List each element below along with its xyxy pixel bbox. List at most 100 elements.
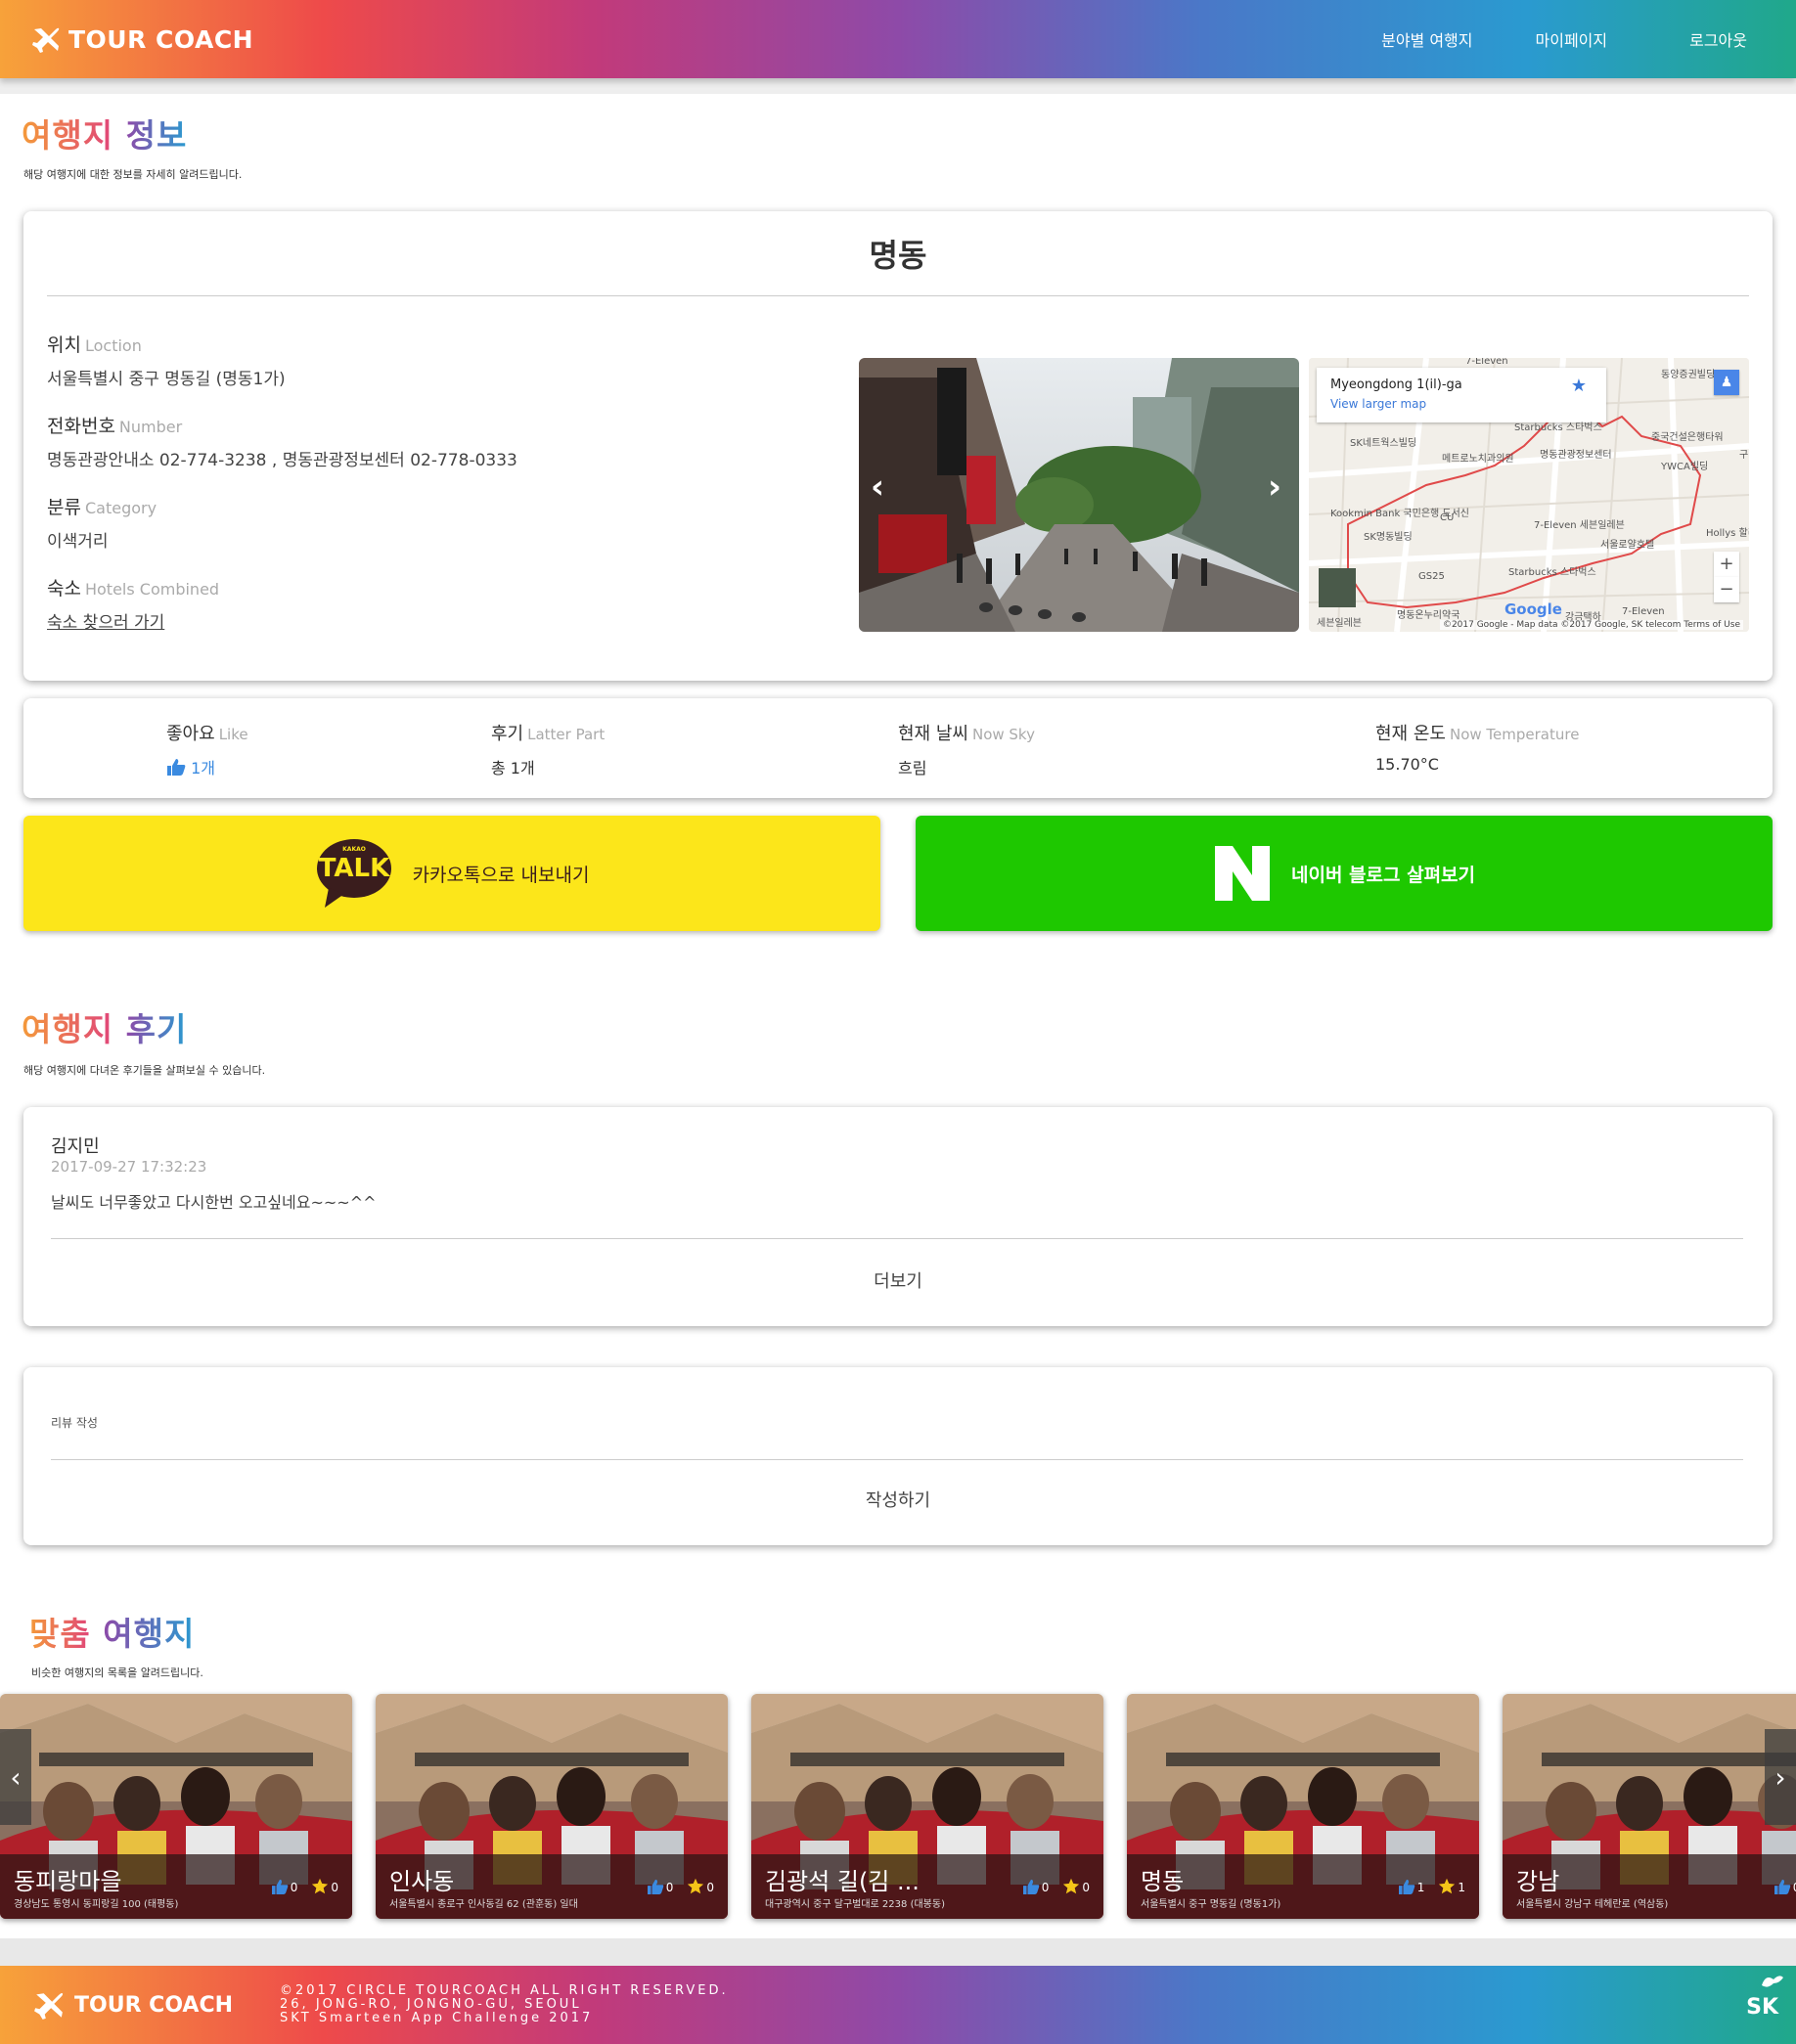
star-count: 0 (331, 1881, 338, 1894)
save-star-icon[interactable]: ★ (1571, 376, 1587, 396)
hotel-block: 숙소 Hotels Combined 숙소 찾으러 가기 (47, 574, 219, 633)
tile-like[interactable]: 1 (1398, 1879, 1424, 1894)
top-navbar: TOUR COACH 분야별 여행지 마이페이지 로그아웃 (0, 0, 1796, 78)
star-icon (688, 1878, 704, 1894)
tile-star[interactable]: 0 (1062, 1878, 1090, 1894)
tile-like[interactable]: 0 (647, 1879, 673, 1894)
place-title: 명동 (869, 237, 927, 274)
street-photo (859, 358, 1299, 632)
tile-title: 강남 (1516, 1868, 1560, 1895)
footer-brand: TOUR COACH (33, 1989, 233, 2021)
star-icon (1063, 1878, 1080, 1894)
tile-caption: 강남 서울특별시 강남구 테헤란로 (역삼동) 0 0 (1503, 1854, 1796, 1919)
thumbs-up-icon (271, 1879, 289, 1894)
hotel-search-link[interactable]: 숙소 찾으러 가기 (47, 608, 219, 633)
tile-like[interactable]: 0 (1774, 1879, 1796, 1894)
hotel-label: 숙소 Hotels Combined (47, 578, 220, 600)
recommendation-tile[interactable]: 인사동 서울특별시 종로구 인사동길 62 (관훈동) 일대 0 0 (376, 1694, 728, 1919)
map-label: Starbucks 스타벅스 (1514, 422, 1602, 433)
footer: TOUR COACH ©2017 CIRCLE TOURCOACH ALL RI… (0, 1966, 1796, 2044)
tile-title: 인사동 (389, 1868, 455, 1895)
airplane-icon (34, 1993, 64, 2020)
thumbs-up-icon (1774, 1879, 1791, 1894)
map-label: Hollys 할리스 (1706, 528, 1749, 539)
tile-stats: 1 1 (1398, 1878, 1465, 1894)
sk-logo: SK (1746, 1976, 1784, 2020)
naver-blog-button[interactable]: 네이버 블로그 살펴보기 (916, 816, 1773, 931)
kakao-badge-small: KAKAO (342, 846, 366, 853)
main-nav: 분야별 여행지 마이페이지 로그아웃 (1350, 27, 1767, 51)
tile-caption: 동피랑마을 경상남도 통영시 동피랑길 100 (태평동) 0 0 (0, 1854, 352, 1919)
title-word-2: 정보 (125, 116, 188, 155)
tile-star[interactable]: 1 (1438, 1878, 1465, 1894)
tile-like[interactable]: 0 (1022, 1879, 1049, 1894)
stat-temperature: 현재 온도 Now Temperature 15.70°C (1375, 720, 1579, 774)
map-info-box: Myeongdong 1(il)-ga View larger map ★ (1317, 368, 1606, 422)
map-label: 세븐일레븐 (1317, 618, 1362, 629)
google-logo: Google (1504, 600, 1562, 618)
place-map[interactable]: Myeongdong 1(il)-ga View larger map ★ 7-… (1309, 358, 1749, 632)
temperature-value: 15.70°C (1375, 755, 1439, 774)
tile-star[interactable]: 0 (687, 1878, 714, 1894)
zoom-in-button[interactable]: + (1714, 552, 1739, 577)
like-value[interactable]: 1개 (166, 755, 248, 779)
zoom-out-button[interactable]: − (1714, 577, 1739, 602)
review-count-value: 총 1개 (491, 759, 535, 778)
header-shadow-strip (0, 78, 1796, 94)
tile-stats: 0 0 (271, 1878, 338, 1894)
stat-like: 좋아요 Like 1개 (166, 720, 248, 779)
recommendation-tile[interactable]: 김광석 길(김 ... 대구광역시 중구 달구벌대로 2238 (대봉동) 0 … (751, 1694, 1103, 1919)
submit-review-button[interactable]: 작성하기 (23, 1487, 1773, 1512)
chevron-right-icon: › (1774, 1760, 1786, 1794)
nav-category-destinations[interactable]: 분야별 여행지 (1350, 27, 1504, 51)
thumbs-up-icon (647, 1879, 664, 1894)
chevron-left-icon: ‹ (10, 1760, 22, 1794)
map-label: 명동온누리약국 (1397, 610, 1460, 621)
tile-stats: 0 0 (1774, 1878, 1796, 1894)
footer-brand-name: TOUR COACH (74, 1992, 234, 2018)
thumbs-up-icon[interactable] (166, 758, 186, 779)
location-label: 위치 Loction (47, 334, 142, 356)
review-input[interactable]: 리뷰 작성 (51, 1414, 98, 1431)
category-label: 분류 Category (47, 497, 157, 518)
carousel-prev-icon[interactable]: ‹ (871, 467, 884, 507)
brand-logo[interactable]: TOUR COACH (31, 24, 253, 54)
recommendation-tile[interactable]: 강남 서울특별시 강남구 테헤란로 (역삼동) 0 0 (1503, 1694, 1796, 1919)
temperature-label: 현재 온도 Now Temperature (1375, 724, 1580, 744)
reviewer-name: 김지민 (51, 1136, 100, 1157)
carousel-prev-button[interactable]: ‹ (0, 1729, 31, 1825)
nav-logout[interactable]: 로그아웃 (1639, 27, 1767, 51)
stat-weather: 현재 날씨 Now Sky 흐림 (898, 720, 1035, 778)
more-reviews-button[interactable]: 더보기 (23, 1267, 1773, 1293)
naver-n-icon (1214, 846, 1270, 901)
map-place-title: Myeongdong 1(il)-ga (1330, 378, 1462, 392)
tile-like[interactable]: 0 (271, 1879, 297, 1894)
location-block: 위치 Loction 서울특별시 중구 명동길 (명동1가) (47, 331, 286, 389)
tile-address: 서울특별시 강남구 테헤란로 (역삼동) (1516, 1899, 1669, 1910)
recommendation-tile[interactable]: 명동 서울특별시 중구 명동길 (명동1가) 1 1 (1127, 1694, 1479, 1919)
nav-mypage[interactable]: 마이페이지 (1504, 27, 1639, 51)
kakao-share-button[interactable]: KAKAO TALK 카카오톡으로 내보내기 (23, 816, 880, 931)
review-card: 김지민 2017-09-27 17:32:23 날씨도 너무좋았고 다시한번 오… (23, 1107, 1773, 1326)
carousel-next-icon[interactable]: › (1268, 467, 1281, 507)
recommendation-tile[interactable]: 동피랑마을 경상남도 통영시 동피랑길 100 (태평동) 0 0 (0, 1694, 352, 1919)
tile-address: 경상남도 통영시 동피랑길 100 (태평동) (14, 1899, 179, 1910)
location-value: 서울특별시 중구 명동길 (명동1가) (47, 370, 286, 389)
view-larger-map-link[interactable]: View larger map (1330, 397, 1426, 411)
weather-label: 현재 날씨 Now Sky (898, 724, 1035, 744)
street-view-icon[interactable]: ♟ (1714, 370, 1739, 395)
map-label: 서울로얄호텔 (1600, 540, 1655, 551)
review-date: 2017-09-27 17:32:23 (51, 1158, 207, 1176)
tile-stats: 0 0 (1022, 1878, 1090, 1894)
tile-star[interactable]: 0 (311, 1878, 338, 1894)
recommend-section-title: 맞춤 여행지 (29, 1608, 195, 1655)
info-section-title: 여행지 정보 (22, 110, 187, 156)
tile-caption: 인사동 서울특별시 종로구 인사동길 62 (관훈동) 일대 0 0 (376, 1854, 728, 1919)
category-block: 분류 Category 이색거리 (47, 493, 157, 552)
address-line: 26, JONG-RO, JONGNO-GU, SEOUL (280, 1997, 582, 2012)
sk-butterfly-icon (1762, 1976, 1784, 1987)
place-photo-carousel[interactable]: ‹ › (859, 358, 1299, 632)
tile-caption: 명동 서울특별시 중구 명동길 (명동1가) 1 1 (1127, 1854, 1479, 1919)
carousel-next-button[interactable]: › (1765, 1729, 1796, 1825)
map-label: YWCA빌딩 (1661, 462, 1709, 472)
